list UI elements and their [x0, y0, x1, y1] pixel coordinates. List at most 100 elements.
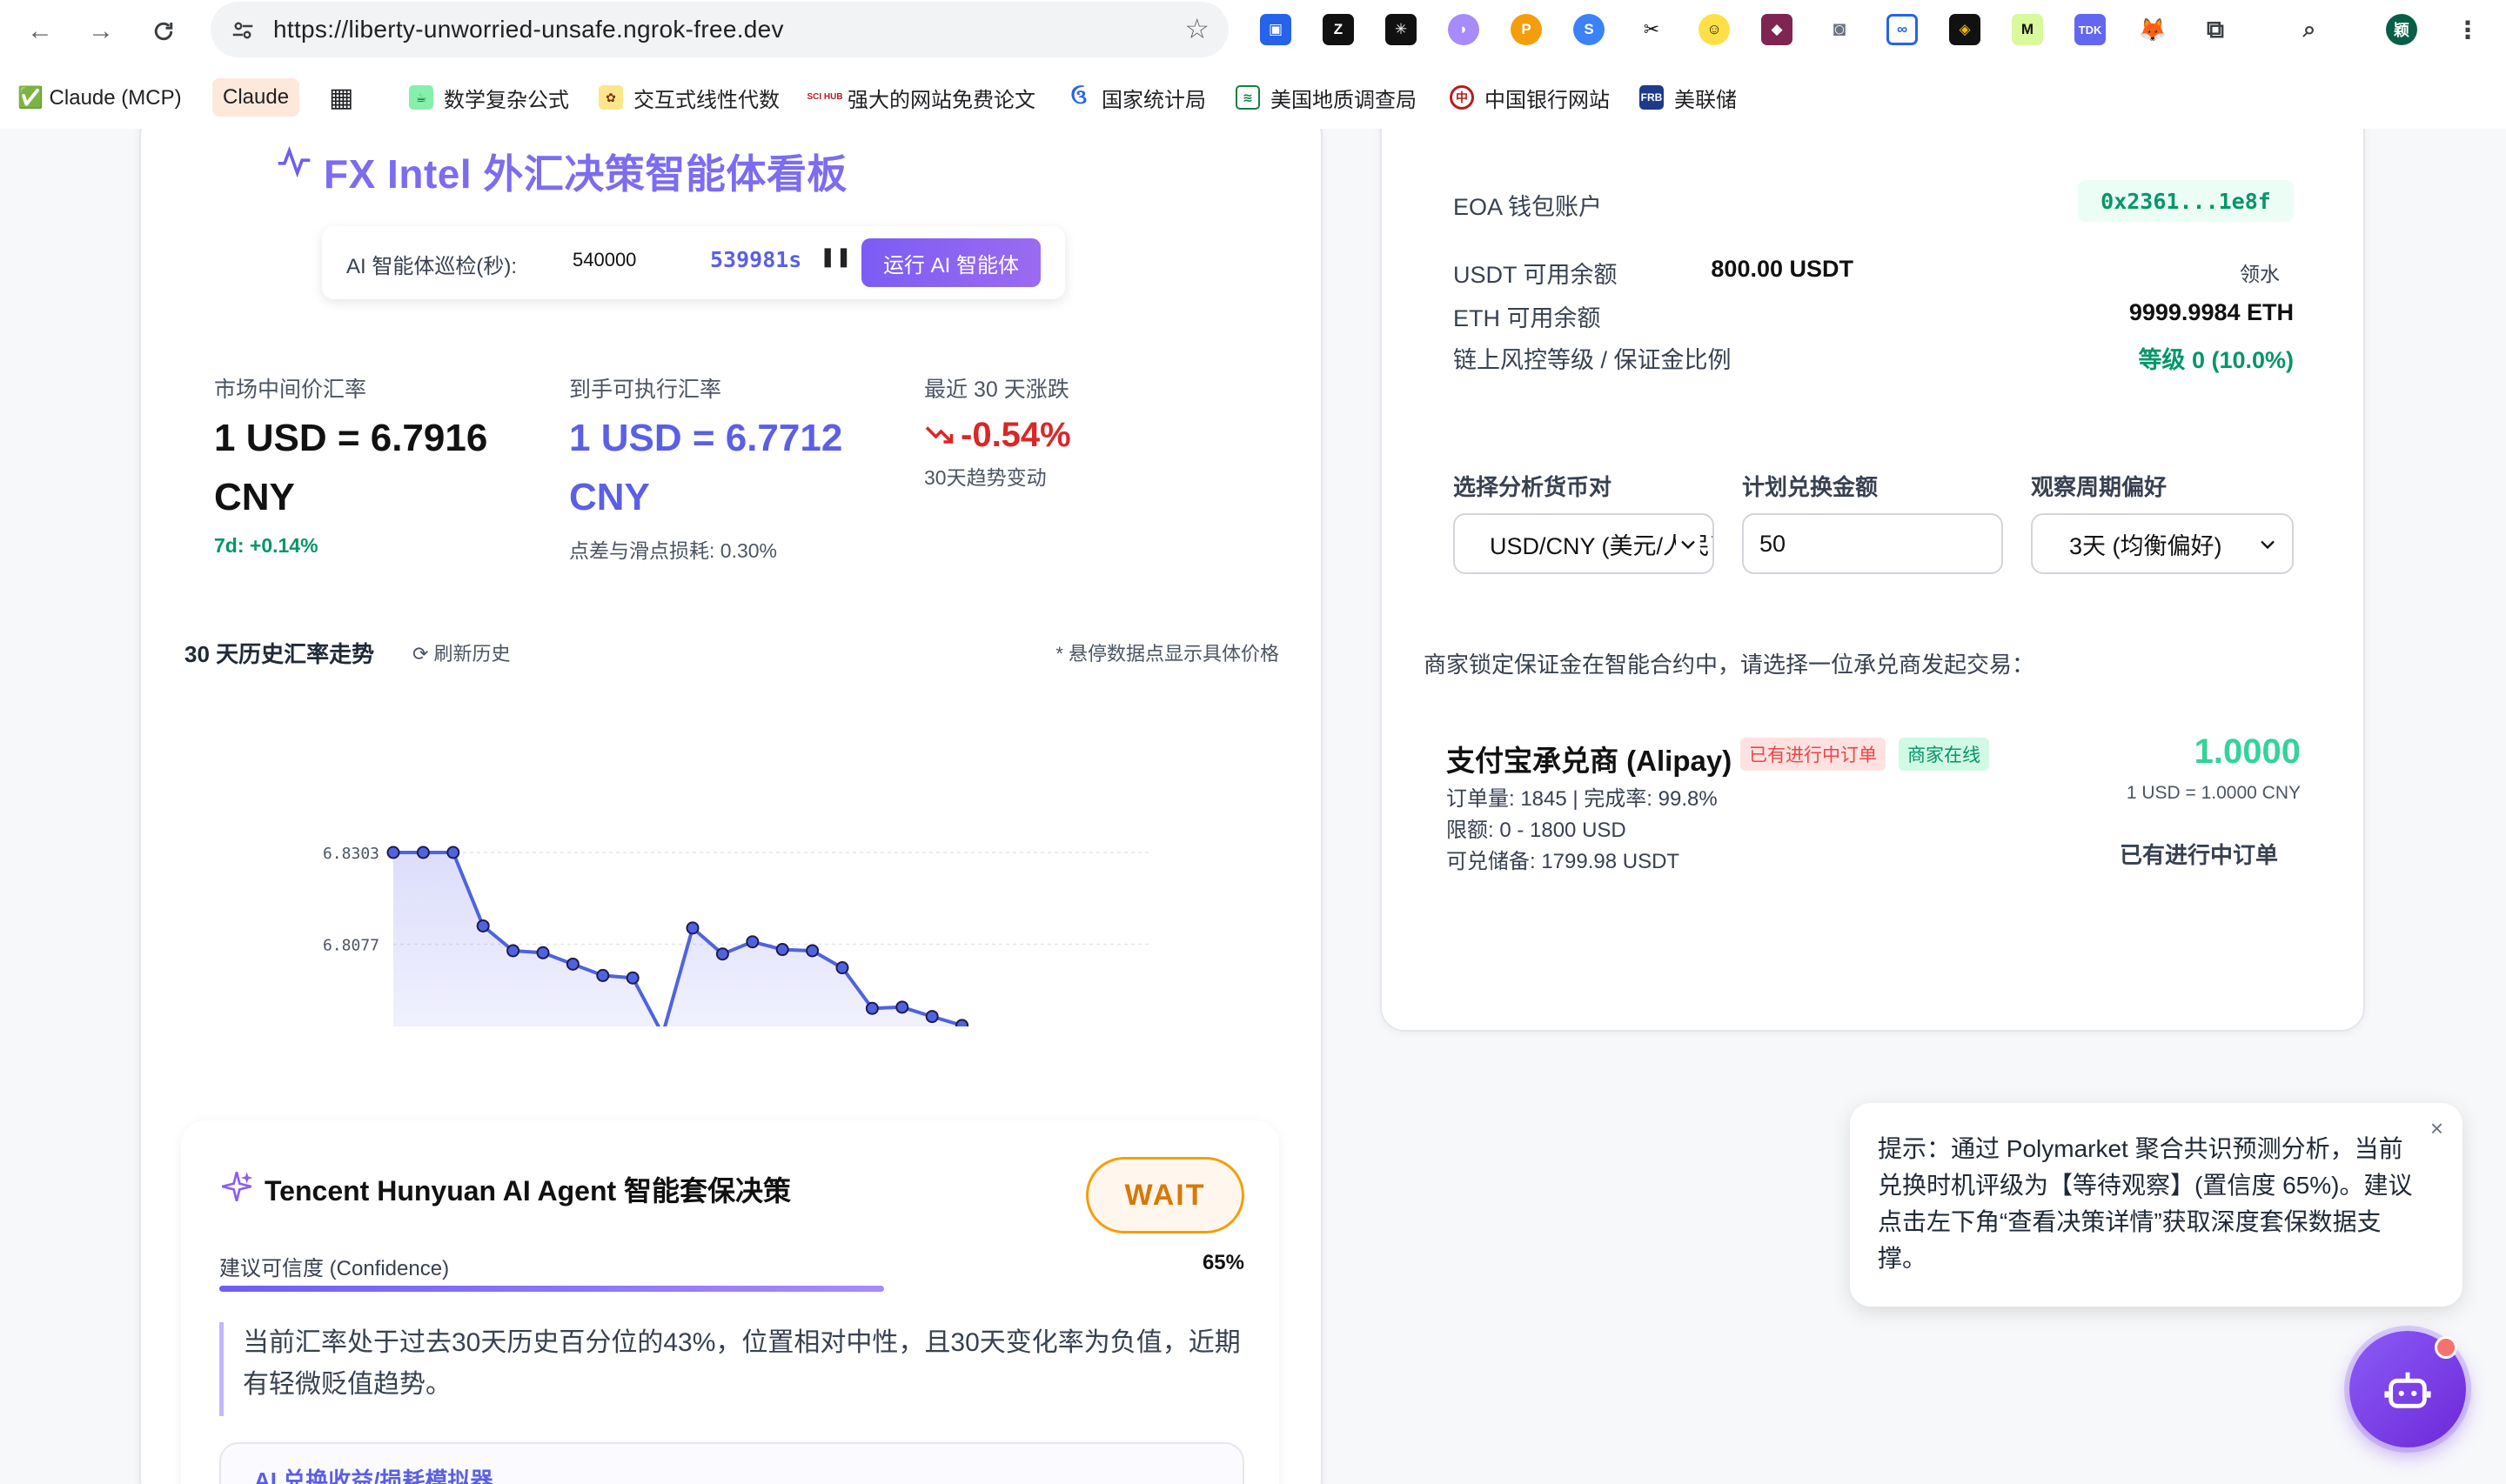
data-point[interactable]	[566, 957, 580, 971]
spread-loss-text: 点差与滑点损耗: 0.30%	[569, 539, 777, 562]
wallet-address-badge[interactable]: 0x2361...1e8f	[2078, 180, 2294, 222]
mid-rate-label: 市场中间价汇率	[214, 378, 367, 402]
exec-rate-label: 到手可执行汇率	[569, 378, 722, 402]
close-icon[interactable]: ×	[2430, 1115, 2443, 1142]
bookmark-linear-algebra[interactable]: ✿ 交互式线性代数	[599, 78, 780, 117]
extension-icon-6[interactable]: S	[1573, 14, 1605, 45]
browser-menu-icon[interactable]: ⋮	[2452, 14, 2483, 45]
bookmark-math-formulas[interactable]: ☕ 数学复杂公式	[409, 78, 569, 117]
data-point[interactable]	[775, 943, 789, 957]
data-point[interactable]	[506, 944, 520, 958]
sparkles-icon	[222, 1172, 253, 1201]
bookmark-stats-bureau[interactable]: ઉ 国家统计局	[1067, 78, 1206, 117]
provider-orders: 订单量: 1845 | 完成率: 99.8%	[1446, 787, 1718, 811]
extension-icon-9[interactable]: ◆	[1761, 14, 1792, 45]
data-point[interactable]	[536, 946, 550, 959]
rate-history-chart[interactable]: 6.83036.80776.78526.762604-3005-1105-200…	[141, 678, 1324, 1026]
bookmark-star-icon[interactable]: ☆	[1184, 12, 1209, 45]
data-point[interactable]	[596, 968, 610, 982]
back-arrow-icon[interactable]: ←	[24, 16, 56, 47]
agent-interval-label: AI 智能体巡检(秒):	[346, 255, 517, 278]
bookmark-bank-of-china[interactable]: 中中国银行网站	[1450, 78, 1610, 117]
period-label: 观察周期偏好	[2031, 474, 2168, 500]
extension-icon-4[interactable]: ◗	[1448, 14, 1479, 45]
extension-icon-11[interactable]: ∞	[1886, 14, 1918, 45]
data-point[interactable]	[835, 961, 849, 975]
exec-rate-line2: CNY	[569, 476, 650, 518]
data-point[interactable]	[476, 919, 490, 933]
data-point[interactable]	[865, 1001, 879, 1015]
extension-icon-13[interactable]: M	[2012, 14, 2043, 45]
data-point[interactable]	[895, 1000, 909, 1014]
amount-input[interactable]: 50	[1742, 513, 2003, 574]
bookmark-claude[interactable]: Claude	[212, 78, 300, 117]
extension-icon-14[interactable]: TDK	[2074, 14, 2106, 45]
extension-icon-3[interactable]: ✳	[1385, 14, 1417, 45]
pair-select[interactable]: USD/CNY (美元/人民币)	[1453, 513, 1714, 574]
apps-grid-icon[interactable]: ▦	[329, 78, 353, 117]
page-viewport: FX Intel 外汇决策智能体看板 AI 智能体巡检(秒): 540000 5…	[0, 129, 2506, 1484]
bookmark-fed[interactable]: FRB 美联储	[1639, 78, 1737, 117]
extension-icon-8[interactable]: ☺	[1699, 14, 1730, 45]
data-point[interactable]	[416, 846, 430, 859]
extensions-puzzle-icon[interactable]: ⧉	[2200, 14, 2231, 45]
site-settings-icon[interactable]	[228, 16, 258, 45]
extension-icon-2[interactable]: Z	[1323, 14, 1354, 45]
y-tick-label: 6.8303	[323, 845, 379, 863]
simulator-accordion[interactable]: AI 兑换收益/损耗模拟器	[219, 1442, 1244, 1484]
provider-name[interactable]: 支付宝承兑商 (Alipay)	[1446, 738, 1732, 779]
mid-rate-7d-change: 7d: +0.14%	[214, 534, 318, 557]
faucet-button[interactable]: 领水	[2240, 257, 2280, 287]
provider-order-status[interactable]: 已有进行中订单	[2120, 838, 2278, 870]
robot-icon	[2384, 1372, 2431, 1408]
address-bar[interactable]: https://liberty-unworried-unsafe.ngrok-f…	[211, 2, 1229, 57]
tab-search-icon[interactable]: ⌕	[2294, 14, 2325, 45]
extension-icon-5[interactable]: P	[1511, 14, 1542, 45]
bookmark-label: 中国银行网站	[1484, 88, 1610, 112]
refresh-history-button[interactable]: ⟳ 刷新历史	[412, 638, 511, 666]
provider-rate-sub: 1 USD = 1.0000 CNY	[2126, 783, 2301, 803]
ai-assistant-button[interactable]	[2349, 1331, 2466, 1447]
merchant-online-tag: 商家在线	[1899, 738, 1989, 771]
data-point[interactable]	[955, 1019, 969, 1026]
data-point[interactable]	[746, 935, 760, 949]
url-text[interactable]: https://liberty-unworried-unsafe.ngrok-f…	[273, 16, 784, 43]
change-30d-sub: 30天趋势变动	[924, 466, 1047, 489]
exec-rate-line1: 1 USD = 6.7712	[569, 417, 843, 459]
run-agent-button[interactable]: 运行 AI 智能体	[861, 238, 1041, 287]
binance-extension-icon[interactable]: ◈	[1949, 14, 1980, 45]
profile-avatar[interactable]: 颖	[2386, 14, 2417, 45]
bookmark-claude-mcp[interactable]: ✅ Claude (MCP)	[17, 78, 182, 117]
data-point[interactable]	[715, 947, 729, 961]
frb-icon: FRB	[1639, 85, 1664, 110]
period-select[interactable]: 3天 (均衡偏好)	[2031, 513, 2294, 574]
mid-rate-line2: CNY	[214, 476, 295, 518]
notification-dot	[2435, 1336, 2457, 1359]
decision-badge: WAIT	[1086, 1157, 1244, 1233]
data-point[interactable]	[386, 846, 400, 859]
extension-icon-1[interactable]: ▣	[1260, 14, 1291, 45]
forward-arrow-icon[interactable]: →	[85, 16, 117, 47]
change-30d-label: 最近 30 天涨跌	[924, 378, 1069, 402]
change-30d-value: -0.54%	[961, 416, 1071, 454]
data-point[interactable]	[925, 1010, 939, 1024]
reload-icon[interactable]	[148, 16, 179, 47]
confidence-value: 65%	[1202, 1251, 1244, 1274]
extension-icon-7[interactable]: ✂	[1636, 14, 1667, 45]
data-point[interactable]	[686, 921, 700, 935]
camera-extension-icon[interactable]: ◙	[1824, 14, 1855, 45]
confidence-bar	[219, 1286, 884, 1292]
data-point[interactable]	[806, 944, 820, 958]
trending-down-icon	[925, 426, 954, 444]
bookmark-sci-hub[interactable]: SCI HUB 强大的网站免费论文	[807, 78, 1035, 117]
pair-label: 选择分析货币对	[1453, 474, 1612, 500]
pause-icon[interactable]: ❚❚	[820, 245, 852, 268]
bookmark-favicon: ≋	[1236, 85, 1260, 110]
metamask-extension-icon[interactable]: 🦊	[2137, 14, 2168, 45]
data-point[interactable]	[446, 846, 460, 859]
data-point[interactable]	[626, 971, 640, 985]
provider-reserve: 可兑储备: 1799.98 USDT	[1446, 850, 1680, 873]
bookmark-usgs[interactable]: ≋ 美国地质调查局	[1236, 78, 1417, 117]
bookmark-favicon: ઉ	[1067, 85, 1091, 110]
agent-interval-input[interactable]: 540000	[573, 249, 636, 271]
